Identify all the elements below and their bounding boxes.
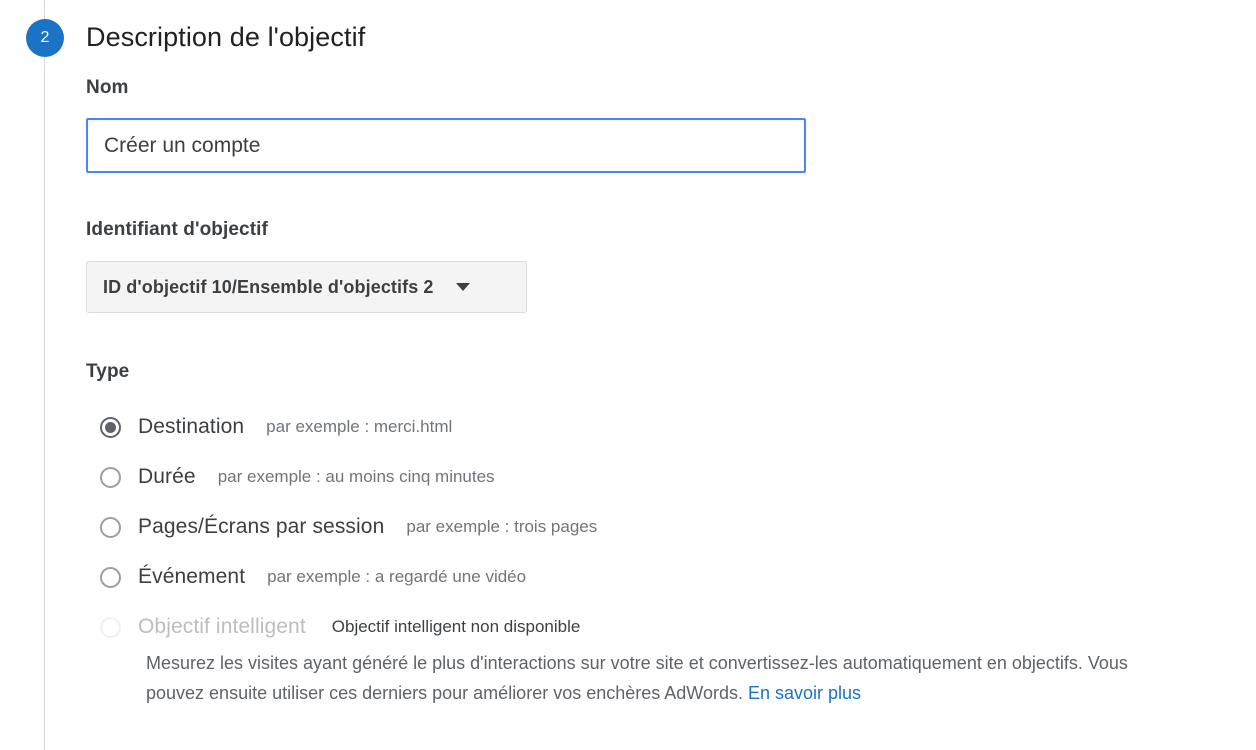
smart-goal-description-text: Mesurez les visites ayant généré le plus… xyxy=(146,653,1128,703)
goal-id-field-label: Identifiant d'objectif xyxy=(86,219,268,240)
name-field-label: Nom xyxy=(86,77,129,98)
radio-icon-objectif-intelligent xyxy=(100,616,121,638)
radio-label-objectif-intelligent: Objectif intelligent xyxy=(138,615,306,638)
radio-hint-objectif-intelligent: Objectif intelligent non disponible xyxy=(331,617,581,636)
radio-option-duree[interactable]: Durée par exemple : au moins cinq minute… xyxy=(100,452,1210,502)
goal-id-select[interactable]: ID d'objectif 10/Ensemble d'objectifs 2 xyxy=(86,261,527,313)
radio-icon-evenement[interactable] xyxy=(100,566,121,588)
radio-label-destination: Destination xyxy=(138,415,245,438)
stepper-rail xyxy=(44,0,45,750)
radio-option-destination[interactable]: Destination par exemple : merci.html xyxy=(100,402,1210,452)
radio-option-objectif-intelligent: Objectif intelligent Objectif intelligen… xyxy=(100,602,1210,652)
radio-option-pages-ecrans[interactable]: Pages/Écrans par session par exemple : t… xyxy=(100,502,1210,552)
chevron-down-icon xyxy=(455,283,470,291)
radio-hint-destination: par exemple : merci.html xyxy=(266,417,453,436)
goal-id-selected-value: ID d'objectif 10/Ensemble d'objectifs 2 xyxy=(103,276,434,297)
radio-hint-pages-ecrans: par exemple : trois pages xyxy=(406,517,598,536)
radio-label-evenement: Événement xyxy=(138,565,246,588)
radio-label-duree: Durée xyxy=(138,465,196,488)
learn-more-link[interactable]: En savoir plus xyxy=(748,683,861,703)
goal-type-radio-group: Destination par exemple : merci.html Dur… xyxy=(100,402,1210,652)
type-field-label: Type xyxy=(86,361,130,382)
step-content: Description de l'objectif Nom Identifian… xyxy=(86,0,1256,750)
radio-hint-duree: par exemple : au moins cinq minutes xyxy=(217,467,495,486)
step-number-badge: 2 xyxy=(26,19,64,57)
radio-option-evenement[interactable]: Événement par exemple : a regardé une vi… xyxy=(100,552,1210,602)
radio-hint-evenement: par exemple : a regardé une vidéo xyxy=(267,567,527,586)
radio-icon-destination[interactable] xyxy=(100,416,121,438)
radio-icon-pages-ecrans[interactable] xyxy=(100,516,121,538)
page-title: Description de l'objectif xyxy=(86,22,366,52)
radio-label-pages-ecrans: Pages/Écrans par session xyxy=(138,515,385,538)
goal-name-input[interactable] xyxy=(86,118,806,173)
smart-goal-description: Mesurez les visites ayant généré le plus… xyxy=(146,648,1181,708)
goal-description-step: 2 Description de l'objectif Nom Identifi… xyxy=(0,0,1256,750)
radio-icon-duree[interactable] xyxy=(100,466,121,488)
